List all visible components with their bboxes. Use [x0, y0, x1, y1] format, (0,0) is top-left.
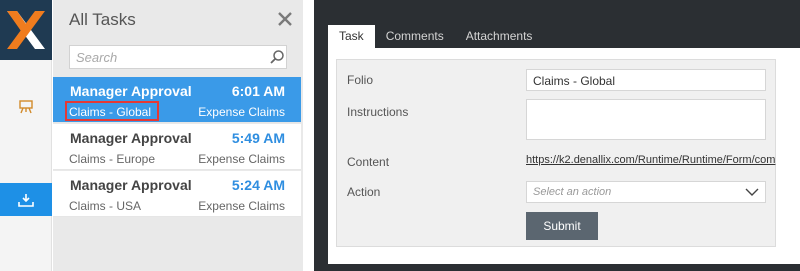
task-row[interactable]: Manager Approval 6:01 AM Claims - Global…: [53, 77, 301, 123]
easel-icon: [19, 100, 33, 114]
task-row[interactable]: Manager Approval 5:24 AM Claims - USA Ex…: [53, 171, 301, 217]
close-button[interactable]: [276, 10, 294, 28]
folio-field[interactable]: Claims - Global: [526, 69, 766, 91]
search-input[interactable]: [70, 46, 260, 68]
search-box: [69, 45, 287, 69]
rail-item-worklist[interactable]: [0, 88, 52, 126]
k2-x-logo-icon: [0, 0, 52, 60]
action-label: Action: [347, 185, 381, 199]
folio-value: Claims - Global: [533, 74, 616, 88]
tab-task[interactable]: Task: [328, 25, 375, 48]
instructions-field[interactable]: [526, 99, 766, 140]
rail-item-inbox[interactable]: [0, 183, 52, 216]
task-form: Folio Claims - Global Instructions Conte…: [336, 59, 776, 247]
task-process: Expense Claims: [198, 152, 285, 166]
task-title: Manager Approval: [70, 83, 192, 99]
tab-attachments[interactable]: Attachments: [455, 25, 544, 48]
task-row[interactable]: Manager Approval 5:49 AM Claims - Europe…: [53, 124, 301, 170]
instructions-label: Instructions: [347, 105, 409, 119]
task-folio: Claims - USA: [69, 199, 142, 213]
task-title: Manager Approval: [70, 177, 192, 193]
panel-title: All Tasks: [69, 10, 136, 29]
task-process: Expense Claims: [198, 199, 285, 213]
search-icon[interactable]: [269, 49, 285, 65]
detail-tabs: Task Comments Attachments: [328, 25, 543, 48]
task-time: 6:01 AM: [231, 83, 285, 99]
highlight-box: [65, 101, 159, 121]
tab-comments[interactable]: Comments: [375, 25, 455, 48]
app-logo[interactable]: [0, 0, 52, 60]
left-rail: [0, 0, 52, 271]
task-folio: Claims - Europe: [69, 152, 156, 166]
action-placeholder: Select an action: [533, 186, 612, 198]
task-time: 5:24 AM: [231, 177, 285, 193]
folio-label: Folio: [347, 73, 374, 87]
close-icon: [278, 12, 292, 26]
content-label: Content: [347, 155, 390, 169]
chevron-down-icon: [745, 188, 759, 196]
submit-button[interactable]: Submit: [526, 212, 598, 240]
task-list-panel: All Tasks Manager Approval 6:01 AM Claim…: [53, 0, 303, 271]
task-title: Manager Approval: [70, 130, 192, 146]
task-process: Expense Claims: [198, 105, 285, 119]
content-link[interactable]: https://k2.denallix.com/Runtime/Runtime/…: [526, 154, 776, 166]
app-window: All Tasks Manager Approval 6:01 AM Claim…: [0, 0, 800, 271]
action-select[interactable]: Select an action: [526, 181, 766, 203]
download-tray-icon: [18, 193, 34, 207]
task-time: 5:49 AM: [231, 130, 285, 146]
